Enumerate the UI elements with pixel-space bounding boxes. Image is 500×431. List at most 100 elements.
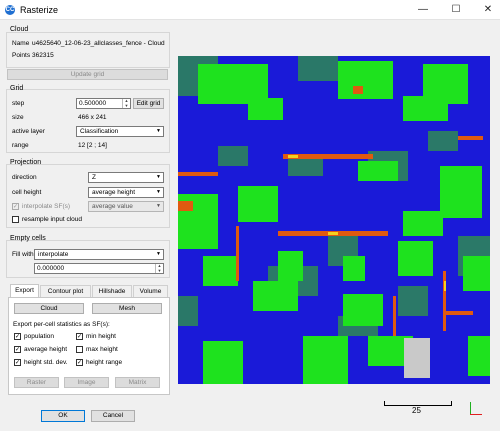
building bbox=[248, 98, 283, 120]
direction-value: Z bbox=[92, 174, 96, 181]
cloud-group-title: Cloud bbox=[10, 26, 29, 33]
cell-height-label: cell height bbox=[12, 189, 42, 196]
building bbox=[343, 256, 365, 281]
export-image-button[interactable]: Image bbox=[64, 377, 109, 388]
height-std-dev-label: height std. dev. bbox=[24, 359, 68, 366]
fill-number: 0.000000 bbox=[37, 265, 65, 272]
height-range-label: height range bbox=[86, 359, 123, 366]
spin-arrows-icon[interactable]: ▲ ▼ bbox=[155, 263, 163, 273]
building bbox=[338, 61, 393, 99]
maximize-icon[interactable]: ☐ bbox=[441, 0, 471, 20]
fence bbox=[443, 271, 446, 331]
chevron-down-icon: ▼ bbox=[156, 203, 161, 209]
range-value: 12 [2 ; 14] bbox=[78, 142, 107, 149]
interpolate-label: interpolate SF(s) bbox=[22, 203, 71, 210]
step-spinbox[interactable]: 0.500000 ▲ ▼ bbox=[76, 98, 131, 109]
chevron-down-icon: ▼ bbox=[156, 189, 161, 195]
range-label: range bbox=[12, 142, 29, 149]
average-height-label: average height bbox=[24, 346, 68, 353]
building bbox=[238, 186, 278, 222]
direction-label: direction bbox=[12, 174, 37, 181]
max-height-label: max height bbox=[86, 346, 118, 353]
population-label: population bbox=[24, 333, 54, 340]
export-raster-button[interactable]: Raster bbox=[14, 377, 59, 388]
fence bbox=[178, 201, 193, 211]
fence bbox=[178, 172, 218, 176]
close-icon[interactable]: ✕ bbox=[473, 0, 500, 20]
building bbox=[468, 336, 490, 376]
active-layer-value: Classification bbox=[80, 128, 119, 135]
building bbox=[463, 256, 490, 291]
spin-arrows-icon[interactable]: ▲ ▼ bbox=[122, 98, 130, 108]
building bbox=[440, 166, 482, 218]
step-value: 0.500000 bbox=[79, 100, 107, 107]
min-height-label: min height bbox=[86, 333, 116, 340]
max-height-checkbox[interactable] bbox=[76, 346, 83, 353]
min-height-checkbox[interactable]: ✓ bbox=[76, 333, 83, 340]
raster-map-view[interactable] bbox=[178, 56, 490, 384]
fill-value-spinbox[interactable]: 0.000000 ▲ ▼ bbox=[34, 263, 164, 274]
fill-with-label: Fill with bbox=[12, 251, 34, 258]
interpolate-value: average value bbox=[92, 203, 133, 210]
cloud-points-label: Points bbox=[12, 52, 31, 59]
resample-label: resample input cloud bbox=[22, 216, 82, 223]
grey-cell-area bbox=[404, 338, 430, 378]
fence bbox=[353, 86, 363, 94]
fence bbox=[393, 296, 396, 336]
population-checkbox[interactable]: ✓ bbox=[14, 333, 21, 340]
stats-label: Export per-cell statistics as SF(s): bbox=[13, 321, 110, 328]
tab-hillshade[interactable]: Hillshade bbox=[92, 285, 132, 297]
size-value: 466 x 241 bbox=[78, 114, 107, 121]
export-mesh-button[interactable]: Mesh bbox=[92, 303, 162, 314]
interpolate-select[interactable]: average value ▼ bbox=[88, 201, 164, 212]
fill-with-select[interactable]: interpolate ▼ bbox=[34, 249, 164, 260]
export-cloud-button[interactable]: Cloud bbox=[14, 303, 84, 314]
building bbox=[343, 294, 383, 326]
interpolate-checkbox[interactable]: ✓ bbox=[12, 203, 19, 210]
axis-y-icon bbox=[470, 402, 471, 414]
projection-group-title: Projection bbox=[10, 159, 42, 166]
export-matrix-button[interactable]: Matrix bbox=[115, 377, 160, 388]
height-std-dev-checkbox[interactable]: ✓ bbox=[14, 359, 21, 366]
fill-with-value: interpolate bbox=[38, 251, 69, 258]
active-layer-label: active layer bbox=[12, 128, 45, 135]
cancel-button[interactable]: Cancel bbox=[91, 410, 135, 422]
cloud-name-label: Name bbox=[12, 40, 30, 47]
building bbox=[203, 256, 238, 286]
tab-volume[interactable]: Volume bbox=[133, 285, 168, 297]
cloud-name-value: u4625640_12-06-23_allclasses_fence - Clo… bbox=[32, 40, 165, 47]
cloud-group bbox=[6, 32, 170, 68]
fence bbox=[443, 311, 473, 315]
resample-checkbox[interactable] bbox=[12, 216, 19, 223]
direction-select[interactable]: Z ▼ bbox=[88, 172, 164, 183]
building bbox=[358, 161, 398, 181]
ok-button[interactable]: OK bbox=[41, 410, 85, 422]
cloudcompare-icon: CC bbox=[5, 5, 15, 15]
empty-cells-group-title: Empty cells bbox=[10, 235, 46, 242]
active-layer-select[interactable]: Classification ▼ bbox=[76, 126, 164, 137]
size-label: size bbox=[12, 114, 24, 121]
title-bar: CC Rasterize — ☐ ✕ bbox=[0, 0, 500, 20]
update-grid-button[interactable]: Update grid bbox=[7, 69, 168, 80]
building bbox=[398, 241, 433, 276]
scale-label: 25 bbox=[412, 406, 421, 415]
fence bbox=[458, 136, 483, 140]
building bbox=[303, 336, 348, 384]
chevron-down-icon: ▼ bbox=[156, 174, 161, 180]
grid-group-title: Grid bbox=[10, 85, 24, 92]
minimize-icon[interactable]: — bbox=[408, 0, 438, 20]
average-height-checkbox[interactable]: ✓ bbox=[14, 346, 21, 353]
step-label: step bbox=[12, 100, 25, 107]
tab-contour-plot[interactable]: Contour plot bbox=[40, 285, 91, 297]
building bbox=[278, 251, 303, 281]
building bbox=[203, 341, 243, 384]
tab-export[interactable]: Export bbox=[10, 284, 39, 297]
window-title: Rasterize bbox=[20, 5, 59, 15]
edit-grid-button[interactable]: Edit grid bbox=[133, 98, 164, 109]
fence bbox=[236, 226, 239, 281]
axis-x-icon bbox=[470, 414, 482, 415]
chevron-down-icon: ▼ bbox=[156, 251, 161, 257]
cell-height-select[interactable]: average height ▼ bbox=[88, 187, 164, 198]
building bbox=[403, 211, 443, 236]
height-range-checkbox[interactable]: ✓ bbox=[76, 359, 83, 366]
